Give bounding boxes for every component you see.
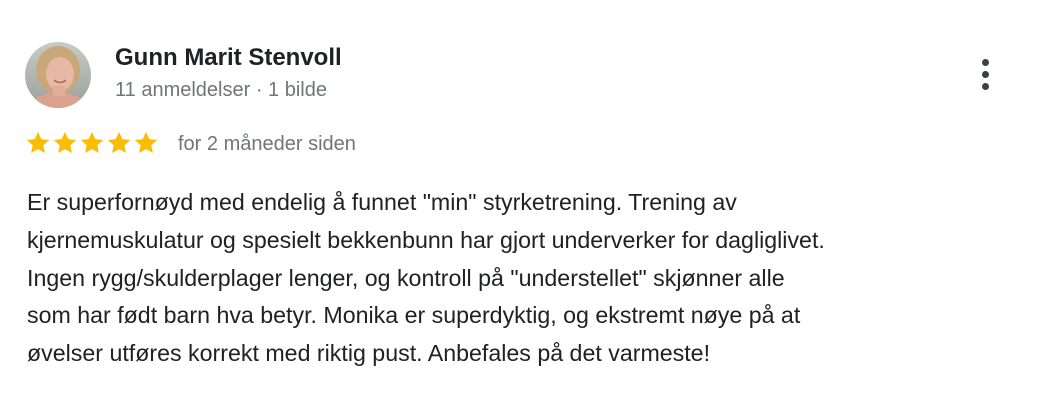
review-text: Er superfornøyd med endelig å funnet "mi… (27, 189, 825, 367)
reviewer-name[interactable]: Gunn Marit Stenvoll (115, 42, 342, 74)
star-icon (26, 131, 50, 153)
review-time: for 2 måneder siden (178, 133, 356, 155)
avatar-photo (25, 42, 91, 108)
more-options-button[interactable] (968, 54, 1002, 94)
avatar[interactable] (25, 42, 91, 108)
star-icon (80, 131, 104, 153)
review-card: Gunn Marit Stenvoll 11 anmeldelser · 1 b… (0, 0, 1038, 402)
star-icon (53, 131, 77, 153)
reviewer-meta: 11 anmeldelser · 1 bilde (115, 79, 327, 101)
star-rating (25, 128, 159, 158)
star-icon (134, 131, 158, 153)
star-icon (107, 131, 131, 153)
more-vert-icon (981, 58, 989, 66)
